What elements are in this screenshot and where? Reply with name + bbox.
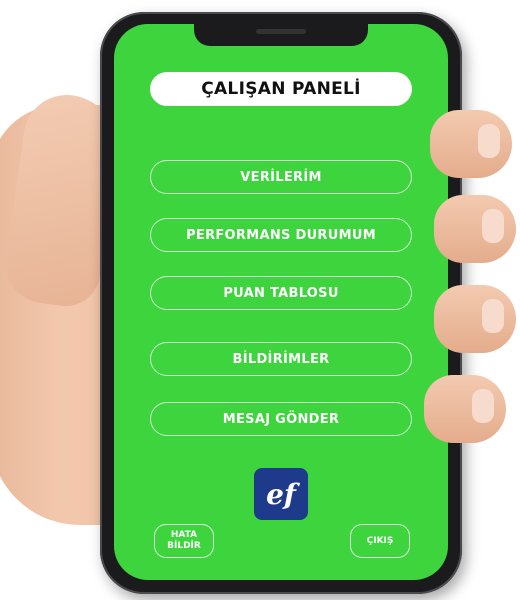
- menu-item-bildirimler[interactable]: BİLDİRİMLER: [150, 342, 412, 376]
- speaker-grille: [256, 29, 306, 34]
- menu-item-performans-durumum[interactable]: PERFORMANS DURUMUM: [150, 218, 412, 252]
- report-error-button[interactable]: HATA BİLDİR: [154, 524, 214, 558]
- hand-finger: [424, 375, 506, 443]
- page-title: ÇALIŞAN PANELİ: [150, 72, 412, 106]
- hand-finger: [430, 110, 512, 178]
- exit-button[interactable]: ÇIKIŞ: [350, 524, 410, 558]
- ef-logo-icon: ef: [254, 468, 308, 520]
- phone-notch: [194, 24, 368, 46]
- hand-finger: [434, 195, 516, 263]
- menu-item-puan-tablosu[interactable]: PUAN TABLOSU: [150, 276, 412, 310]
- app-screen: ÇALIŞAN PANELİ VERİLERİM PERFORMANS DURU…: [114, 24, 448, 580]
- menu-item-mesaj-gonder[interactable]: MESAJ GÖNDER: [150, 402, 412, 436]
- menu-item-verilerim[interactable]: VERİLERİM: [150, 160, 412, 194]
- hand-finger: [434, 285, 516, 353]
